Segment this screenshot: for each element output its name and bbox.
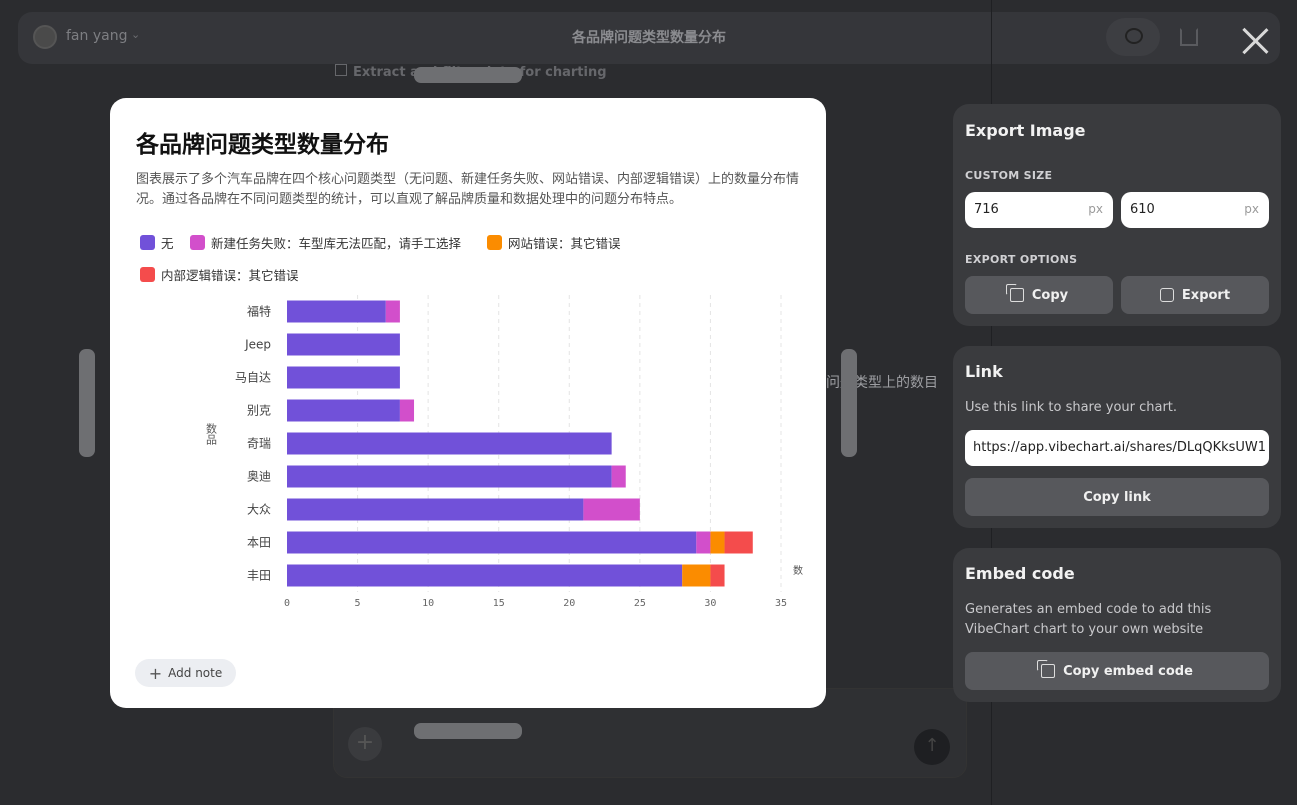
x-tick-label: 30 — [704, 598, 716, 609]
chart-title: 各品牌问题类型数量分布 — [136, 132, 389, 158]
x-tick-label: 10 — [422, 598, 434, 609]
legend-item[interactable]: 网站错误：其它错误 — [487, 233, 621, 252]
height-value: 610 — [1130, 202, 1155, 217]
unit-label: px — [1244, 202, 1259, 216]
x-tick-label: 5 — [355, 598, 361, 609]
legend-label: 无 — [161, 236, 174, 251]
legend-label: 新建任务失败：车型库无法匹配，请手工选择 — [211, 236, 462, 251]
bar-segment — [287, 432, 612, 455]
width-value: 716 — [974, 202, 999, 217]
plus-icon: + — [148, 663, 163, 683]
export-image-button[interactable]: Export — [1121, 276, 1269, 314]
y-tick-label: 大众 — [247, 503, 271, 517]
add-attachment-button[interactable]: + — [348, 727, 382, 761]
bar-segment — [287, 564, 683, 587]
check-icon — [335, 64, 347, 76]
copy-link-button[interactable]: Copy link — [965, 478, 1269, 516]
bar-segment — [287, 465, 612, 488]
copy-link-label: Copy link — [1083, 489, 1151, 505]
bar-segment — [385, 300, 400, 323]
y-tick-label: 奥迪 — [247, 470, 271, 484]
legend-item[interactable]: 新建任务失败：车型库无法匹配，请手工选择 — [190, 233, 461, 252]
panel-title: Export Image — [965, 121, 1086, 140]
legend-swatch — [487, 235, 502, 250]
y-tick-label: 福特 — [247, 304, 271, 319]
panel-title: Link — [965, 362, 1003, 381]
bar-segment — [287, 498, 584, 521]
x-tick-label: 35 — [775, 598, 787, 609]
send-button[interactable]: ↑ — [914, 729, 950, 765]
x-axis-label: 数 — [793, 564, 803, 577]
y-tick-label: 马自达 — [235, 371, 271, 385]
bar-segment — [710, 564, 725, 587]
export-options-label: EXPORT OPTIONS — [965, 253, 1078, 266]
bar-segment — [287, 333, 400, 356]
bar-segment — [287, 300, 386, 323]
close-icon[interactable] — [1238, 24, 1272, 58]
bar-segment — [287, 366, 400, 389]
chat-icon — [1125, 28, 1143, 44]
custom-size-label: CUSTOM SIZE — [965, 169, 1053, 182]
home-icon[interactable] — [1180, 28, 1198, 46]
legend-swatch — [140, 235, 155, 250]
y-tick-label: 本田 — [247, 536, 271, 550]
bar-segment — [724, 531, 753, 554]
copy-icon — [1037, 660, 1056, 678]
stacked-bar-chart: 0 5 10 15 20 25 30 35 福特 Jeep 马自达别克奇瑞奥迪大众本田丰田 数品数 — [205, 295, 803, 609]
export-image-panel: Export Image CUSTOM SIZE 716 px 610 px E… — [953, 104, 1281, 326]
bar-segment — [611, 465, 626, 488]
bar-segment — [399, 399, 415, 422]
chat-button[interactable] — [1106, 18, 1160, 56]
copy-embed-code-button[interactable]: Copy embed code — [965, 652, 1269, 690]
y-tick-label: Jeep — [244, 338, 271, 352]
bar-segment — [710, 531, 725, 554]
x-tick-label: 15 — [493, 598, 505, 609]
share-link-value: https://app.vibechart.ai/shares/DLqQKksU… — [973, 440, 1267, 455]
width-input[interactable]: 716 px — [965, 192, 1113, 228]
y-tick-label: 别克 — [247, 404, 271, 418]
copy-image-button[interactable]: Copy — [965, 276, 1113, 314]
unit-label: px — [1088, 202, 1103, 216]
height-input[interactable]: 610 px — [1121, 192, 1269, 228]
bar-segment — [287, 531, 697, 554]
image-export-icon — [1159, 288, 1174, 302]
chart-description: 图表展示了多个汽车品牌在四个核心问题类型（无问题、新建任务失败、网站错误、内部逻… — [136, 172, 800, 207]
scroll-handle-top[interactable] — [414, 67, 522, 83]
bar-segment — [583, 498, 640, 521]
embed-description: Generates an embed code to add this Vibe… — [965, 602, 1212, 637]
link-description: Use this link to share your chart. — [965, 400, 1178, 415]
export-label: Export — [1181, 287, 1231, 303]
legend-swatch — [190, 235, 205, 250]
add-note-button[interactable]: + Add note — [135, 659, 236, 687]
bar-segment — [287, 399, 400, 422]
panel-title: Embed code — [965, 564, 1075, 583]
header-chart-title[interactable]: 各品牌问题类型数量分布 — [18, 27, 1280, 47]
scroll-handle-left[interactable] — [79, 349, 95, 457]
scroll-handle-right[interactable] — [841, 349, 857, 457]
copy-icon — [1005, 284, 1024, 302]
x-tick-label: 20 — [563, 598, 575, 609]
bar-segment — [696, 531, 711, 554]
y-tick-label: 丰田 — [247, 569, 271, 583]
bar-segment — [682, 564, 711, 587]
legend-item[interactable]: 无 — [140, 233, 174, 252]
scroll-handle-bottom[interactable] — [414, 723, 522, 739]
copy-embed-label: Copy embed code — [1063, 663, 1193, 679]
x-tick-label: 25 — [634, 598, 646, 609]
embed-code-panel: Embed code Generates an embed code to ad… — [953, 548, 1281, 702]
copy-label: Copy — [1031, 287, 1069, 303]
add-note-label: Add note — [168, 666, 223, 680]
chart-preview-card: 各品牌问题类型数量分布 图表展示了多个汽车品牌在四个核心问题类型（无问题、新建任… — [110, 98, 826, 708]
share-link-field[interactable]: https://app.vibechart.ai/shares/DLqQKksU… — [965, 430, 1269, 466]
y-tick-label: 奇瑞 — [247, 437, 271, 451]
legend-label: 网站错误：其它错误 — [508, 236, 621, 251]
app-header: fan yang ⌄ 各品牌问题类型数量分布 ⌄ — [18, 12, 1280, 64]
y-axis-label: 数品 — [205, 423, 218, 445]
share-link-panel: Link Use this link to share your chart. … — [953, 346, 1281, 528]
chevron-down-icon[interactable]: ⌄ — [704, 28, 713, 41]
x-tick-label: 0 — [284, 598, 290, 609]
